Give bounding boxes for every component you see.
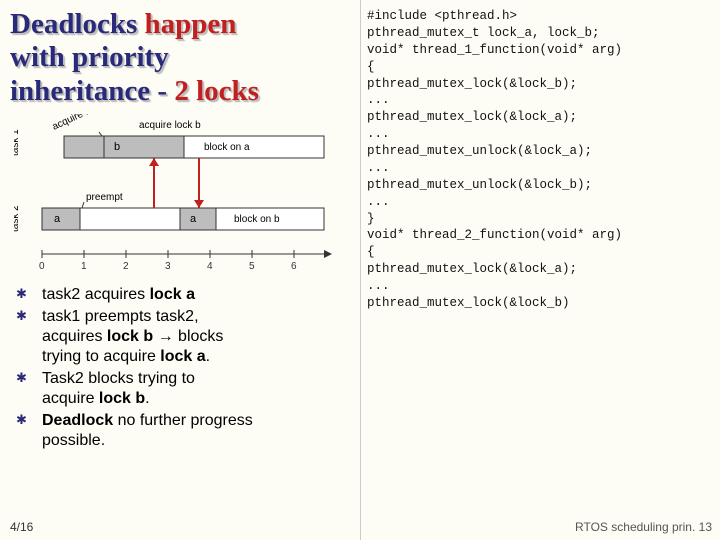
bullet-2-l1: task1 preempts task2,: [42, 308, 199, 325]
bullet-3: Task2 blocks trying to acquire lock b.: [38, 369, 350, 409]
bullet-3-l2c: .: [145, 390, 149, 407]
bullet-1: task2 acquires lock a: [38, 285, 350, 305]
tick-2: 2: [123, 261, 129, 272]
tick-5: 5: [249, 261, 255, 272]
label-preempt: preempt: [86, 192, 123, 203]
bullet-1-bold: lock a: [150, 286, 195, 303]
bullet-3-l1: Task2 blocks trying to: [42, 370, 195, 387]
bullet-3-l2a: acquire: [42, 390, 99, 407]
label-acq-a: acquire lock a: [51, 114, 112, 133]
bullet-4-bold: Deadlock: [42, 412, 118, 429]
code-line: pthread_mutex_unlock(&lock_a);: [367, 143, 714, 160]
box-a-task2-2: a: [190, 213, 197, 225]
code-line: }: [367, 211, 714, 228]
label-acq-b: acquire lock b: [139, 120, 201, 131]
code-line: pthread_mutex_lock(&lock_a);: [367, 261, 714, 278]
bullet-list: task2 acquires lock a task1 preempts tas…: [38, 285, 350, 451]
code-line: ...: [367, 92, 714, 109]
code-line: pthread_mutex_lock(&lock_b);: [367, 76, 714, 93]
bullet-2-l2c: → blocks: [153, 328, 223, 345]
title-line2: with priority: [10, 41, 169, 73]
code-block: #include <pthread.h> pthread_mutex_t loc…: [360, 0, 720, 540]
title-line3a: inheritance -: [10, 75, 174, 107]
label-task1: task 1: [14, 129, 21, 156]
title-word-deadlocks: Deadlocks: [10, 8, 145, 40]
code-line: #include <pthread.h>: [367, 8, 714, 25]
code-line: {: [367, 244, 714, 261]
code-line: {: [367, 59, 714, 76]
label-block-on-b: block on b: [234, 214, 280, 225]
box-a-task2-1: a: [54, 213, 61, 225]
code-line: ...: [367, 126, 714, 143]
tick-3: 3: [165, 261, 171, 272]
bullet-2-l3a: trying to acquire: [42, 348, 160, 365]
bullet-3-l2b: lock b: [99, 390, 145, 407]
bullet-4-text: no further progress: [118, 412, 253, 429]
bullet-2: task1 preempts task2, acquires lock b → …: [38, 307, 350, 367]
code-line: void* thread_1_function(void* arg): [367, 42, 714, 59]
tick-0: 0: [39, 261, 45, 272]
slide-number: 4/16: [10, 520, 33, 534]
label-task2: task 2: [14, 205, 21, 232]
timeline-diagram: task 1 task 2 b acquire lock a acquire l…: [14, 114, 339, 279]
code-line: pthread_mutex_lock(&lock_b): [367, 295, 714, 312]
tick-6: 6: [291, 261, 297, 272]
code-line: void* thread_2_function(void* arg): [367, 227, 714, 244]
tick-4: 4: [207, 261, 213, 272]
code-line: ...: [367, 194, 714, 211]
footer-text: RTOS scheduling prin. 13: [575, 520, 712, 534]
code-line: ...: [367, 278, 714, 295]
bullet-4: Deadlock no further progress possible.: [38, 411, 350, 451]
bullet-4-l2: possible.: [42, 432, 105, 449]
label-block-on-a: block on a: [204, 142, 250, 153]
code-line: pthread_mutex_t lock_a, lock_b;: [367, 25, 714, 42]
title-line3b: 2 locks: [174, 75, 259, 107]
tick-1: 1: [81, 261, 87, 272]
bullet-2-l2a: acquires: [42, 328, 107, 345]
code-line: pthread_mutex_lock(&lock_a);: [367, 109, 714, 126]
box-b-task1: b: [114, 141, 120, 153]
code-line: pthread_mutex_unlock(&lock_b);: [367, 177, 714, 194]
bullet-1-text: task2 acquires: [42, 286, 150, 303]
title-word-happen: happen: [145, 8, 237, 40]
bullet-2-l2b: lock b: [107, 328, 153, 345]
slide-title: Deadlocks happen with priority inheritan…: [10, 8, 350, 108]
bullet-2-l3c: .: [206, 348, 210, 365]
bullet-2-l3b: lock a: [160, 348, 205, 365]
code-line: ...: [367, 160, 714, 177]
